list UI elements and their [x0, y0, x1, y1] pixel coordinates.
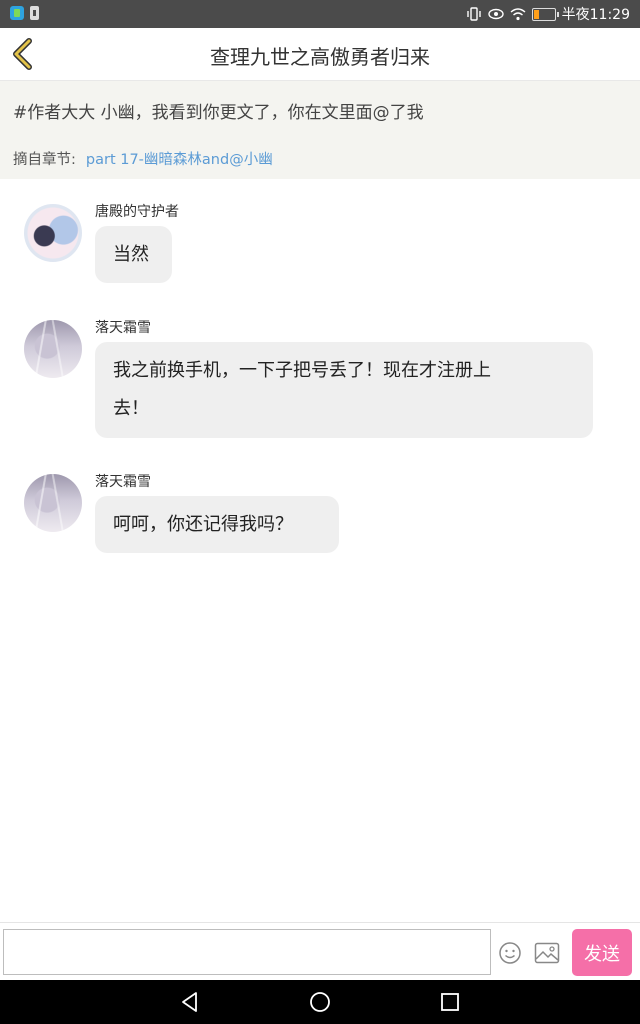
message-text: 呵呵，你还记得我吗？	[113, 514, 293, 535]
message-bubble: 当然	[95, 226, 172, 283]
message-text-line: 去！	[113, 398, 149, 419]
excerpt-label: 摘自章节:	[13, 152, 76, 168]
home-circle-icon[interactable]	[308, 990, 332, 1014]
back-triangle-icon[interactable]	[178, 990, 202, 1014]
wifi-icon	[510, 8, 526, 21]
image-icon[interactable]	[534, 942, 560, 964]
message-text: 当然	[113, 244, 149, 265]
clock: 半夜11:29	[561, 7, 630, 23]
system-tray: 半夜11:29	[466, 4, 630, 24]
avatar[interactable]	[24, 204, 82, 262]
quoted-comment-panel: #作者大大 小幽，我看到你更文了，你在文里面@了我 摘自章节: part 17-…	[0, 81, 640, 179]
download-icon	[30, 6, 39, 20]
quoted-comment-text: #作者大大 小幽，我看到你更文了，你在文里面@了我	[13, 103, 424, 123]
app-notification-icon	[10, 6, 24, 20]
message-input-bar: 发送	[0, 922, 640, 981]
message-bubble: 我之前换手机，一下子把号丢了！现在才注册上 去！	[95, 342, 593, 438]
message-input[interactable]	[3, 929, 491, 975]
smiley-icon[interactable]	[498, 941, 522, 965]
vibrate-icon	[466, 7, 481, 21]
status-bar: 半夜11:29	[0, 0, 640, 28]
battery-icon	[531, 7, 559, 21]
sender-name: 落天霜雪	[95, 320, 151, 336]
eye-icon	[487, 8, 504, 20]
message-text-line: 我之前换手机，一下子把号丢了！现在才注册上	[113, 360, 491, 381]
excerpt-source: 摘自章节: part 17-幽暗森林and@小幽	[13, 148, 273, 169]
app-header: 查理九世之高傲勇者归来	[0, 28, 640, 81]
avatar[interactable]	[24, 474, 82, 532]
message-bubble: 呵呵，你还记得我吗？	[95, 496, 339, 553]
notification-area	[10, 6, 39, 20]
send-button[interactable]: 发送	[572, 929, 632, 976]
page-title: 查理九世之高傲勇者归来	[210, 45, 430, 69]
chapter-link[interactable]: part 17-幽暗森林and@小幽	[86, 148, 273, 169]
avatar[interactable]	[24, 320, 82, 378]
sender-name: 唐殿的守护者	[95, 204, 179, 220]
recents-square-icon[interactable]	[438, 990, 462, 1014]
system-navigation-bar	[0, 980, 640, 1024]
sender-name: 落天霜雪	[95, 474, 151, 490]
